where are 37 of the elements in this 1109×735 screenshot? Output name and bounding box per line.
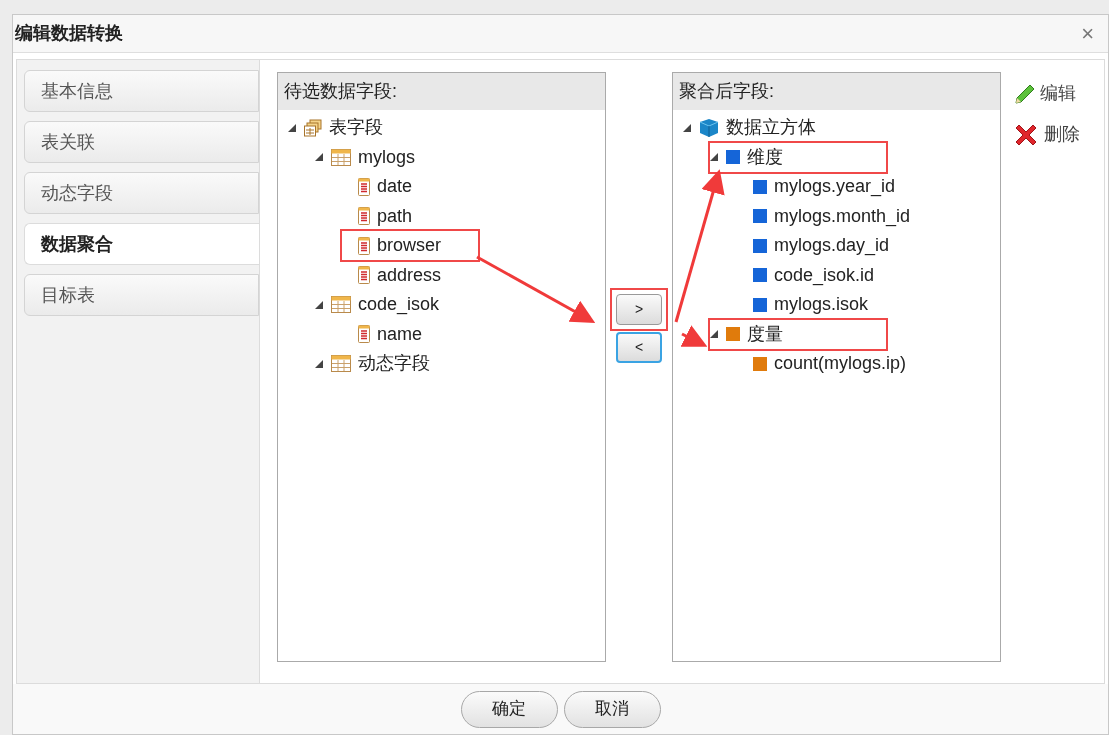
stacked-tables-icon <box>304 118 322 137</box>
panel-title: 聚合后字段: <box>679 80 774 103</box>
sidebar-tab[interactable]: 动态字段 <box>24 172 259 214</box>
sidebar-tab[interactable]: 数据聚合 <box>24 223 259 265</box>
footer-button[interactable]: 确定 <box>460 690 558 728</box>
sidebar-tab[interactable]: 表关联 <box>24 121 259 163</box>
tree-item[interactable]: 维度 <box>708 140 888 174</box>
field-icon <box>358 266 370 285</box>
field-icon <box>358 177 370 196</box>
move-button[interactable]: > <box>616 294 662 325</box>
expanded-caret-icon[interactable] <box>710 153 718 162</box>
footer-button[interactable]: 取消 <box>563 690 661 728</box>
tree-item[interactable]: 度量 <box>708 317 888 351</box>
close-button[interactable]: × <box>1081 22 1094 45</box>
pencil-icon <box>1013 83 1035 104</box>
expanded-caret-icon[interactable] <box>683 123 691 132</box>
expanded-caret-icon[interactable] <box>710 330 718 339</box>
action-link[interactable]: 删除 <box>1013 121 1080 148</box>
field-icon <box>358 325 370 344</box>
window-title: 编辑数据转换 <box>15 22 123 45</box>
expanded-caret-icon[interactable] <box>315 359 323 368</box>
move-button[interactable]: < <box>616 332 662 363</box>
table-icon <box>331 147 351 167</box>
expanded-caret-icon[interactable] <box>315 153 323 162</box>
field-icon <box>358 207 370 226</box>
panel-title: 待选数据字段: <box>284 80 397 103</box>
table-icon <box>331 295 351 315</box>
annotation-arrow <box>680 325 708 347</box>
sidebar-tab[interactable]: 目标表 <box>24 274 259 316</box>
action-link[interactable]: 编辑 <box>1013 80 1080 107</box>
table-icon <box>331 354 351 374</box>
tree-item[interactable]: browser <box>340 229 480 263</box>
expanded-caret-icon[interactable] <box>288 123 296 132</box>
expanded-caret-icon[interactable] <box>315 300 323 309</box>
field-icon <box>358 236 370 255</box>
cube-icon <box>699 117 719 138</box>
sidebar-tab[interactable]: 基本信息 <box>24 70 259 112</box>
